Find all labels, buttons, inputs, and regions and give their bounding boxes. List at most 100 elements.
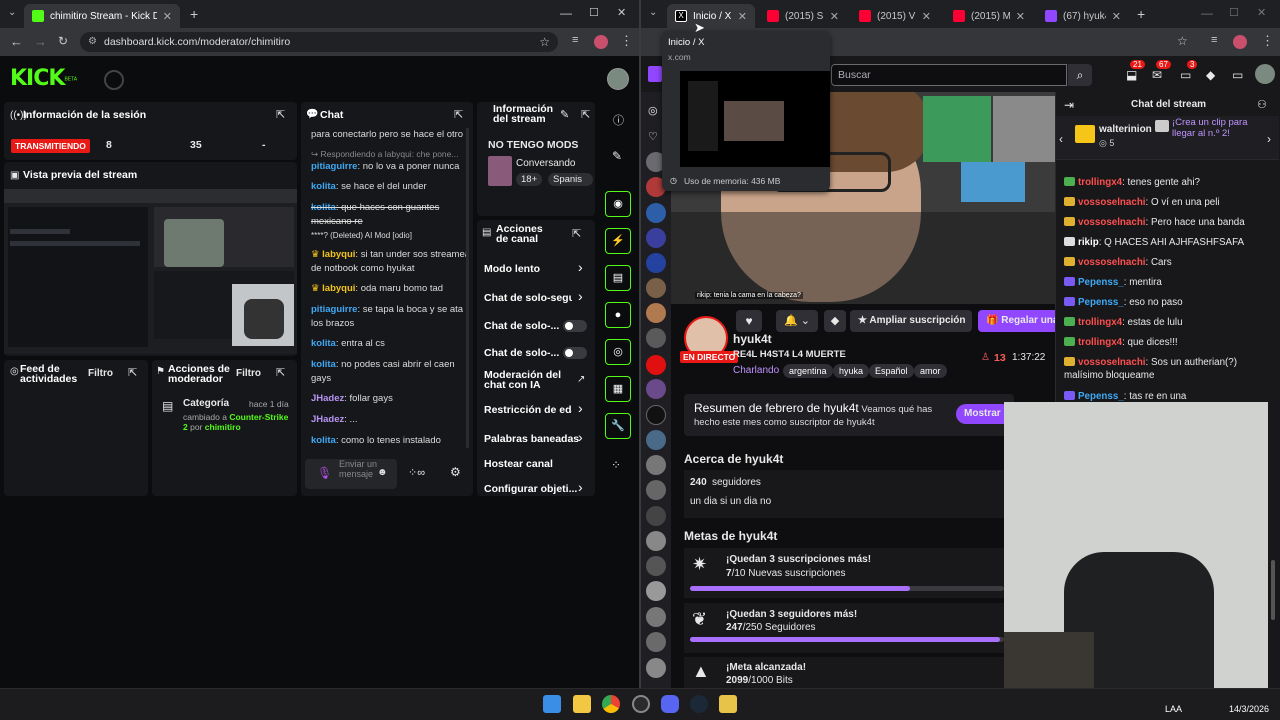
chevron-right-icon[interactable]: › (578, 429, 583, 445)
collapse-sidebar-icon[interactable]: ◎ (648, 104, 658, 117)
stream-tag[interactable]: amor (914, 364, 947, 378)
bookmark-star-icon[interactable]: ☆ (1177, 34, 1188, 48)
bits-icon[interactable]: ◆ (1206, 68, 1215, 82)
followers-only-chat-item[interactable]: Chat de solo-seguid (484, 292, 572, 304)
channel-avatar[interactable] (646, 253, 666, 273)
channel-avatar[interactable] (646, 405, 666, 425)
layout-shortcut-button[interactable]: ▦ (605, 376, 631, 402)
channel-actions-popout-icon[interactable]: ⇱ (572, 227, 581, 240)
host-channel-item[interactable]: Hostear canal (484, 458, 553, 470)
channel-avatar[interactable] (646, 658, 666, 678)
feed-popout-icon[interactable]: ⇱ (128, 366, 137, 379)
feed-filter-button[interactable]: Filtro (88, 368, 113, 379)
language-indicator[interactable]: LAA (1165, 704, 1182, 714)
boost-shortcut-button[interactable]: ⚡ (605, 228, 631, 254)
tab-youtube-1[interactable]: (2015) SPREE ✕ (759, 4, 847, 28)
channel-avatar[interactable] (646, 506, 666, 526)
mod-entry-user-link[interactable]: chimitiro (205, 422, 241, 432)
reload-icon[interactable]: ↻ (58, 34, 68, 48)
configure-goals-item[interactable]: Configurar objeti... (484, 483, 577, 495)
pencil-icon[interactable]: ✎ (612, 149, 622, 163)
stream-tag[interactable]: hyuka (833, 364, 870, 378)
media-controls-icon[interactable]: ≡ (572, 34, 578, 46)
stream-info-popout-icon[interactable]: ⇱ (581, 108, 590, 121)
chevron-right-icon[interactable]: › (578, 259, 583, 275)
tab-twitch[interactable]: (67) hyuk4t ✕ (1037, 4, 1129, 28)
emotes-only-toggle[interactable] (563, 347, 587, 359)
steam-icon[interactable] (690, 695, 708, 713)
new-tab-button[interactable]: + (1137, 6, 1145, 22)
chat-scrollbar[interactable] (466, 128, 469, 448)
kick-logo[interactable]: KICKBETA (10, 66, 77, 91)
close-tab-icon[interactable]: ✕ (1106, 10, 1121, 23)
channel-avatar[interactable] (646, 355, 666, 375)
inbox-icon[interactable]: ✉ (1152, 68, 1162, 82)
tools-shortcut-button[interactable]: 🔧 (605, 413, 631, 439)
prime-loot-icon[interactable]: ⬓ (1126, 68, 1137, 82)
info-icon[interactable]: ⓘ (613, 112, 624, 128)
channel-avatar[interactable] (646, 581, 666, 601)
url-field[interactable]: ⚙ dashboard.kick.com/moderator/chimitiro… (80, 32, 558, 52)
channel-avatar[interactable] (646, 607, 666, 627)
mod-actions-filter-button[interactable]: Filtro (236, 368, 261, 379)
maximize-button[interactable]: ☐ (589, 6, 599, 19)
file-explorer-icon[interactable] (573, 695, 591, 713)
whispers-icon[interactable]: ▭ (1180, 68, 1191, 82)
chevron-right-icon[interactable]: › (578, 479, 583, 495)
twitch-logo-icon[interactable] (648, 66, 662, 82)
browser-menu-icon[interactable]: ⋮ (620, 33, 633, 49)
minimize-button[interactable]: — (560, 6, 572, 20)
profile-avatar[interactable] (1233, 35, 1247, 49)
broadcast-shortcut-button[interactable]: ◎ (605, 339, 631, 365)
age-restriction-item[interactable]: Restricción de edad (484, 404, 572, 416)
collapse-chat-icon[interactable]: ⇥ (1064, 98, 1074, 112)
maximize-button[interactable]: ☐ (1229, 6, 1239, 19)
more-dots-icon[interactable]: ⁘ (611, 458, 621, 472)
user-avatar[interactable] (607, 68, 629, 90)
tab-youtube-3[interactable]: (2015) Mado ✕ (945, 4, 1033, 28)
bookmark-star-icon[interactable]: ☆ (539, 32, 550, 52)
chevron-right-icon[interactable]: › (578, 400, 583, 416)
channel-avatar[interactable] (646, 455, 666, 475)
close-tab-icon[interactable]: ✕ (732, 10, 747, 23)
minimize-button[interactable]: — (1201, 6, 1213, 20)
tab-kick-dashboard[interactable]: chimitiro Stream - Kick Dashboard ✕ (24, 4, 180, 28)
clip-shortcut-button[interactable]: ◉ (605, 191, 631, 217)
forward-icon[interactable]: → (34, 34, 47, 49)
banned-words-item[interactable]: Palabras baneadas (484, 433, 579, 445)
close-tab-icon[interactable]: ✕ (1010, 10, 1025, 23)
twitch-search-input[interactable]: Buscar (831, 64, 1067, 86)
chrome-icon[interactable] (602, 695, 620, 713)
channel-avatar[interactable] (646, 303, 666, 323)
close-tab-icon[interactable]: ✕ (824, 10, 839, 23)
slow-mode-item[interactable]: Modo lento (484, 263, 540, 275)
subs-only-toggle[interactable] (563, 320, 587, 332)
media-controls-icon[interactable]: ≡ (1211, 34, 1217, 46)
tab-list-button[interactable]: ⌄ (649, 7, 657, 18)
channel-avatar[interactable] (646, 278, 666, 298)
popout-icon[interactable]: ⇱ (276, 108, 285, 121)
chevron-right-icon[interactable]: › (578, 288, 583, 304)
chat-shortcut-button[interactable]: ● (605, 302, 631, 328)
close-window-button[interactable]: ✕ (1257, 6, 1266, 19)
channel-avatar[interactable] (646, 531, 666, 551)
notifications-button[interactable]: 🔔 ⌄ (776, 310, 818, 332)
new-tab-button[interactable]: + (190, 6, 198, 22)
profile-avatar[interactable] (594, 35, 608, 49)
leaderboard-user[interactable]: walterinion (1099, 124, 1152, 135)
bits-button[interactable]: ◆ (824, 310, 846, 332)
mic-icon[interactable]: 🎙 (317, 466, 332, 480)
chevron-right-icon[interactable]: › (1267, 132, 1271, 146)
tab-x-home[interactable]: X Inicio / X ✕ (667, 4, 755, 28)
channel-avatar[interactable] (646, 556, 666, 576)
mod-actions-popout-icon[interactable]: ⇱ (276, 366, 285, 379)
close-tab-icon[interactable]: ✕ (157, 10, 172, 23)
site-info-icon[interactable]: ⚙ (88, 32, 97, 52)
edit-pencil-icon[interactable]: ✎ (560, 108, 569, 121)
channel-avatar[interactable] (646, 379, 666, 399)
chat-scrollbar[interactable] (1271, 560, 1275, 620)
tab-youtube-2[interactable]: (2015) VIERN ✕ (851, 4, 939, 28)
app-icon[interactable] (719, 695, 737, 713)
stream-preview-video[interactable] (4, 189, 297, 354)
obs-icon[interactable] (632, 695, 650, 713)
